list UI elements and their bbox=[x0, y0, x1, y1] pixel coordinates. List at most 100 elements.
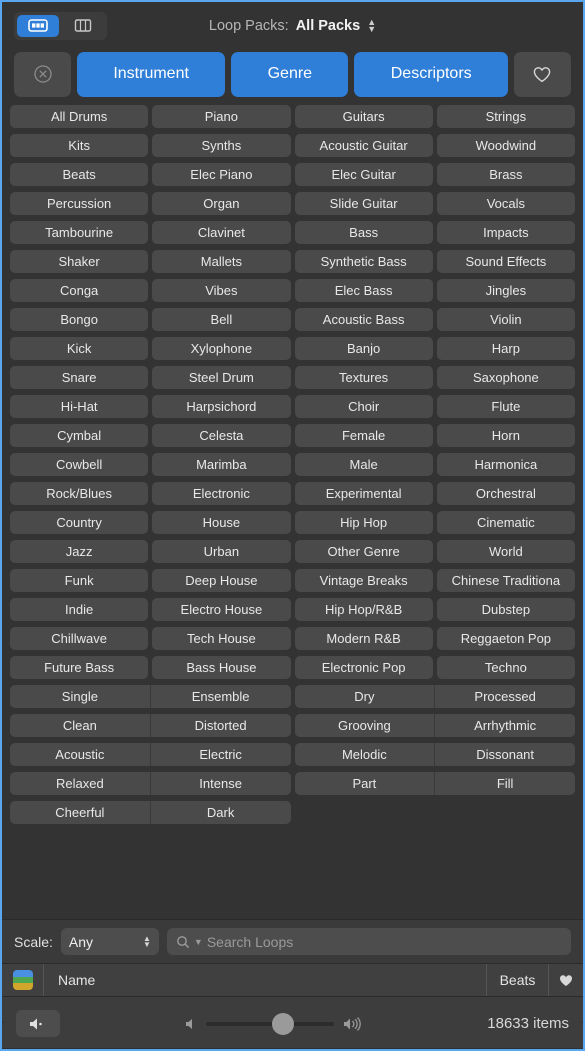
keyword-chip[interactable]: Future Bass bbox=[10, 656, 149, 679]
keyword-chip[interactable]: Acoustic Bass bbox=[294, 308, 433, 331]
keyword-chip[interactable]: Flute bbox=[436, 395, 575, 418]
column-header-favorite[interactable] bbox=[549, 964, 583, 996]
chevron-updown-icon[interactable]: ▲ ▼ bbox=[367, 17, 376, 33]
keyword-chip[interactable]: House bbox=[152, 511, 291, 534]
keyword-chip[interactable]: Single bbox=[10, 685, 150, 708]
volume-control[interactable] bbox=[60, 1012, 487, 1035]
keyword-chip[interactable]: Funk bbox=[10, 569, 149, 592]
search-loops-field[interactable]: ▼ Search Loops bbox=[166, 928, 571, 955]
keyword-chip[interactable]: Banjo bbox=[294, 337, 433, 360]
keyword-chip[interactable]: Hip Hop bbox=[294, 511, 433, 534]
keyword-chip[interactable]: Urban bbox=[152, 540, 291, 563]
keyword-chip[interactable]: Deep House bbox=[152, 569, 291, 592]
keyword-chip[interactable]: Bass House bbox=[152, 656, 291, 679]
keyword-chip[interactable]: Dissonant bbox=[434, 743, 575, 766]
keyword-chip[interactable]: Experimental bbox=[294, 482, 433, 505]
keyword-chip[interactable]: Bongo bbox=[10, 308, 149, 331]
keyword-chip[interactable]: Ensemble bbox=[149, 685, 291, 708]
keyword-chip[interactable]: Grooving bbox=[295, 714, 435, 737]
keyword-chip[interactable]: Bell bbox=[152, 308, 291, 331]
filter-tab-instrument[interactable]: Instrument bbox=[77, 51, 226, 97]
keyword-chip[interactable]: Mallets bbox=[152, 250, 291, 273]
keyword-chip[interactable]: Jazz bbox=[10, 540, 149, 563]
chevron-down-icon[interactable]: ▼ bbox=[194, 937, 203, 947]
keyword-chip[interactable]: Chinese Traditiona bbox=[436, 569, 575, 592]
keyword-chip[interactable]: Kits bbox=[10, 134, 149, 157]
keyword-chip[interactable]: Cheerful bbox=[10, 801, 150, 824]
keyword-chip[interactable]: Vibes bbox=[152, 279, 291, 302]
column-view-button[interactable] bbox=[62, 15, 104, 37]
keyword-chip[interactable]: Intense bbox=[149, 772, 291, 795]
keyword-chip[interactable]: Processed bbox=[434, 685, 575, 708]
keyword-chip[interactable]: Female bbox=[294, 424, 433, 447]
keyword-chip[interactable]: Harmonica bbox=[436, 453, 575, 476]
keyword-chip[interactable]: Electronic bbox=[152, 482, 291, 505]
keyword-chip[interactable]: Percussion bbox=[10, 192, 149, 215]
keyword-chip[interactable]: Bass bbox=[294, 221, 433, 244]
keyword-chip[interactable]: Piano bbox=[152, 105, 291, 128]
keyword-chip[interactable]: Electro House bbox=[152, 598, 291, 621]
keyword-chip[interactable]: Clavinet bbox=[152, 221, 291, 244]
keyword-chip[interactable]: Indie bbox=[10, 598, 149, 621]
keyword-chip[interactable]: Hi-Hat bbox=[10, 395, 149, 418]
keyword-chip[interactable]: Choir bbox=[294, 395, 433, 418]
keyword-chip[interactable]: Cowbell bbox=[10, 453, 149, 476]
keyword-chip[interactable]: Elec Bass bbox=[294, 279, 433, 302]
keyword-chip[interactable]: Techno bbox=[436, 656, 575, 679]
keyword-chip[interactable]: Xylophone bbox=[152, 337, 291, 360]
keyword-chip[interactable]: Harpsichord bbox=[152, 395, 291, 418]
keyword-chip[interactable]: Tech House bbox=[152, 627, 291, 650]
keyword-chip[interactable]: Melodic bbox=[295, 743, 435, 766]
keyword-chip[interactable]: Vocals bbox=[436, 192, 575, 215]
column-header-beats[interactable]: Beats bbox=[487, 964, 549, 996]
keyword-chip[interactable]: Dark bbox=[149, 801, 291, 824]
keyword-chip[interactable]: Cinematic bbox=[436, 511, 575, 534]
keyword-chip[interactable]: Sound Effects bbox=[436, 250, 575, 273]
keyword-chip[interactable]: Conga bbox=[10, 279, 149, 302]
filter-tab-descriptors[interactable]: Descriptors bbox=[354, 51, 508, 97]
keyword-chip[interactable]: Part bbox=[295, 772, 435, 795]
keyword-chip[interactable]: Other Genre bbox=[294, 540, 433, 563]
keyword-chip[interactable]: Vintage Breaks bbox=[294, 569, 433, 592]
column-header-icon[interactable] bbox=[2, 964, 44, 996]
keyword-chip[interactable]: Chillwave bbox=[10, 627, 149, 650]
keyword-chip[interactable]: Country bbox=[10, 511, 149, 534]
keyword-chip[interactable]: Cymbal bbox=[10, 424, 149, 447]
keyword-chip[interactable]: Electric bbox=[149, 743, 291, 766]
keyword-chip[interactable]: Dubstep bbox=[436, 598, 575, 621]
keyword-chip[interactable]: Slide Guitar bbox=[294, 192, 433, 215]
grid-view-button[interactable] bbox=[17, 14, 59, 37]
keyword-chip[interactable]: Acoustic Guitar bbox=[294, 134, 433, 157]
keyword-chip[interactable]: Horn bbox=[436, 424, 575, 447]
keyword-chip[interactable]: Violin bbox=[436, 308, 575, 331]
keyword-chip[interactable]: Elec Piano bbox=[152, 163, 291, 186]
keyword-chip[interactable]: Elec Guitar bbox=[294, 163, 433, 186]
keyword-chip[interactable]: Harp bbox=[436, 337, 575, 360]
keyword-chip[interactable]: Brass bbox=[436, 163, 575, 186]
keyword-chip[interactable]: Orchestral bbox=[436, 482, 575, 505]
keyword-chip[interactable]: Rock/Blues bbox=[10, 482, 149, 505]
keyword-chip[interactable]: Relaxed bbox=[10, 772, 150, 795]
keyword-chip[interactable]: Steel Drum bbox=[152, 366, 291, 389]
clear-filters-button[interactable] bbox=[14, 51, 71, 97]
volume-slider-track[interactable] bbox=[205, 1012, 334, 1035]
keyword-chip[interactable]: Modern R&B bbox=[294, 627, 433, 650]
keyword-chip[interactable]: Distorted bbox=[149, 714, 291, 737]
keyword-chip[interactable]: Hip Hop/R&B bbox=[294, 598, 433, 621]
keyword-chip[interactable]: Fill bbox=[434, 772, 575, 795]
keyword-chip[interactable]: Woodwind bbox=[436, 134, 575, 157]
column-header-name[interactable]: Name bbox=[44, 964, 487, 996]
preview-speaker-button[interactable] bbox=[16, 1010, 60, 1037]
keyword-chip[interactable]: Electronic Pop bbox=[294, 656, 433, 679]
filter-tab-genre[interactable]: Genre bbox=[231, 51, 349, 97]
favorites-filter-button[interactable] bbox=[513, 51, 571, 97]
keyword-chip[interactable]: Synthetic Bass bbox=[294, 250, 433, 273]
keyword-chip[interactable]: Dry bbox=[295, 685, 435, 708]
keyword-chip[interactable]: Textures bbox=[294, 366, 433, 389]
volume-slider-knob[interactable] bbox=[272, 1012, 295, 1035]
keyword-chip[interactable]: Saxophone bbox=[436, 366, 575, 389]
keyword-chip[interactable]: Acoustic bbox=[10, 743, 150, 766]
keyword-chip[interactable]: All Drums bbox=[10, 105, 149, 128]
keyword-chip[interactable]: Impacts bbox=[436, 221, 575, 244]
keyword-chip[interactable]: Snare bbox=[10, 366, 149, 389]
